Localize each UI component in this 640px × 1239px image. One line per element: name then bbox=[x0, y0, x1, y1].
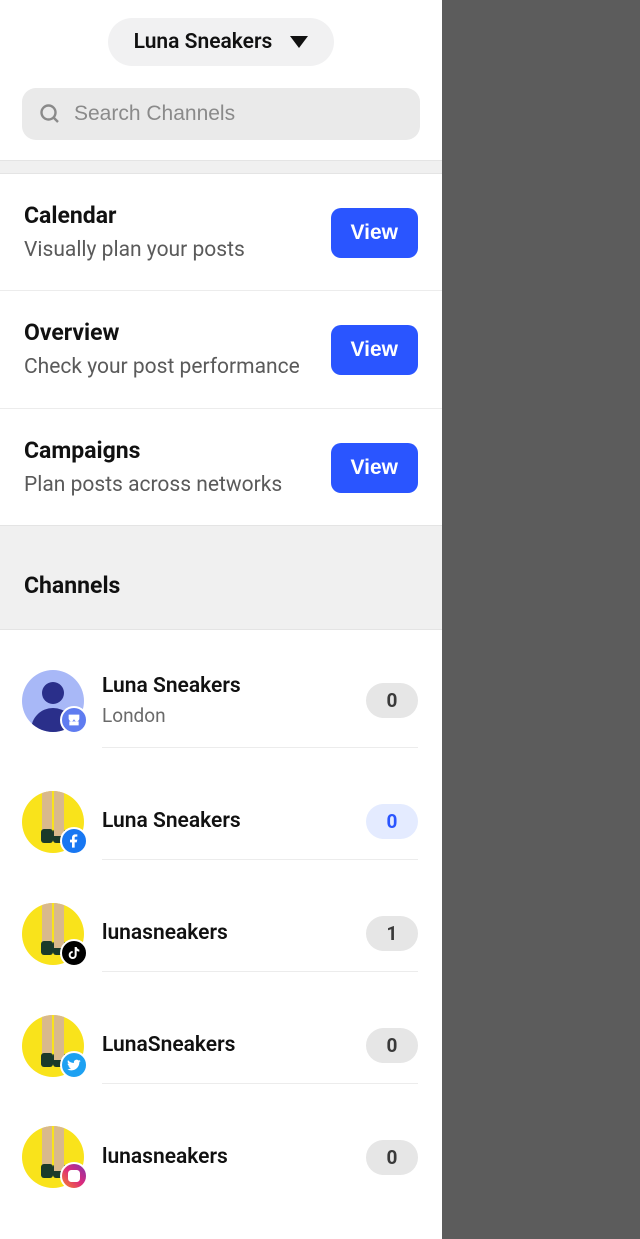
nav-subtitle: Visually plan your posts bbox=[24, 237, 245, 264]
section-divider bbox=[0, 160, 442, 174]
channel-item-google-business[interactable]: Luna Sneakers London 0 bbox=[0, 630, 442, 766]
nav-title: Calendar bbox=[24, 202, 245, 229]
nav-subtitle: Plan posts across networks bbox=[24, 472, 282, 499]
count-badge: 0 bbox=[366, 1028, 418, 1063]
google-business-icon bbox=[60, 706, 88, 734]
channel-item-twitter[interactable]: LunaSneakers 0 bbox=[0, 990, 442, 1102]
count-badge: 1 bbox=[366, 916, 418, 951]
top-area: Luna Sneakers bbox=[0, 0, 442, 160]
avatar bbox=[22, 670, 84, 732]
channel-name: Luna Sneakers bbox=[102, 674, 366, 698]
workspace-name: Luna Sneakers bbox=[134, 30, 273, 54]
nav-item-overview[interactable]: Overview Check your post performance Vie… bbox=[0, 291, 442, 408]
channel-list: Luna Sneakers London 0 Luna Sneakers 0 bbox=[0, 630, 442, 1213]
dimmed-overlay[interactable] bbox=[442, 0, 640, 1239]
count-badge: 0 bbox=[366, 804, 418, 839]
search-icon bbox=[38, 102, 62, 126]
channel-name: Luna Sneakers bbox=[102, 809, 366, 833]
nav-title: Campaigns bbox=[24, 437, 282, 464]
nav-list: Calendar Visually plan your posts View O… bbox=[0, 174, 442, 525]
channels-header: Channels bbox=[0, 525, 442, 630]
channel-name: LunaSneakers bbox=[102, 1033, 366, 1057]
chevron-down-icon bbox=[290, 36, 308, 48]
instagram-icon bbox=[60, 1162, 88, 1190]
count-badge: 0 bbox=[366, 683, 418, 718]
count-badge: 0 bbox=[366, 1140, 418, 1175]
channels-heading: Channels bbox=[24, 572, 418, 599]
tiktok-icon bbox=[60, 939, 88, 967]
channel-subtitle: London bbox=[102, 704, 366, 727]
channel-item-tiktok[interactable]: lunasneakers 1 bbox=[0, 878, 442, 990]
sidebar: Luna Sneakers Calendar Visually plan you… bbox=[0, 0, 442, 1239]
nav-subtitle: Check your post performance bbox=[24, 354, 300, 381]
twitter-icon bbox=[60, 1051, 88, 1079]
view-button[interactable]: View bbox=[331, 443, 418, 493]
avatar bbox=[22, 1015, 84, 1077]
channel-item-instagram[interactable]: lunasneakers 0 bbox=[0, 1102, 442, 1213]
channel-name: lunasneakers bbox=[102, 1145, 366, 1169]
avatar bbox=[22, 903, 84, 965]
view-button[interactable]: View bbox=[331, 208, 418, 258]
search-input[interactable] bbox=[74, 102, 404, 126]
workspace-selector[interactable]: Luna Sneakers bbox=[108, 18, 335, 66]
view-button[interactable]: View bbox=[331, 325, 418, 375]
channel-name: lunasneakers bbox=[102, 921, 366, 945]
search-field[interactable] bbox=[22, 88, 420, 140]
avatar bbox=[22, 1126, 84, 1188]
nav-item-calendar[interactable]: Calendar Visually plan your posts View bbox=[0, 174, 442, 291]
nav-item-campaigns[interactable]: Campaigns Plan posts across networks Vie… bbox=[0, 409, 442, 525]
avatar bbox=[22, 791, 84, 853]
nav-title: Overview bbox=[24, 319, 300, 346]
channel-item-facebook[interactable]: Luna Sneakers 0 bbox=[0, 766, 442, 878]
facebook-icon bbox=[60, 827, 88, 855]
